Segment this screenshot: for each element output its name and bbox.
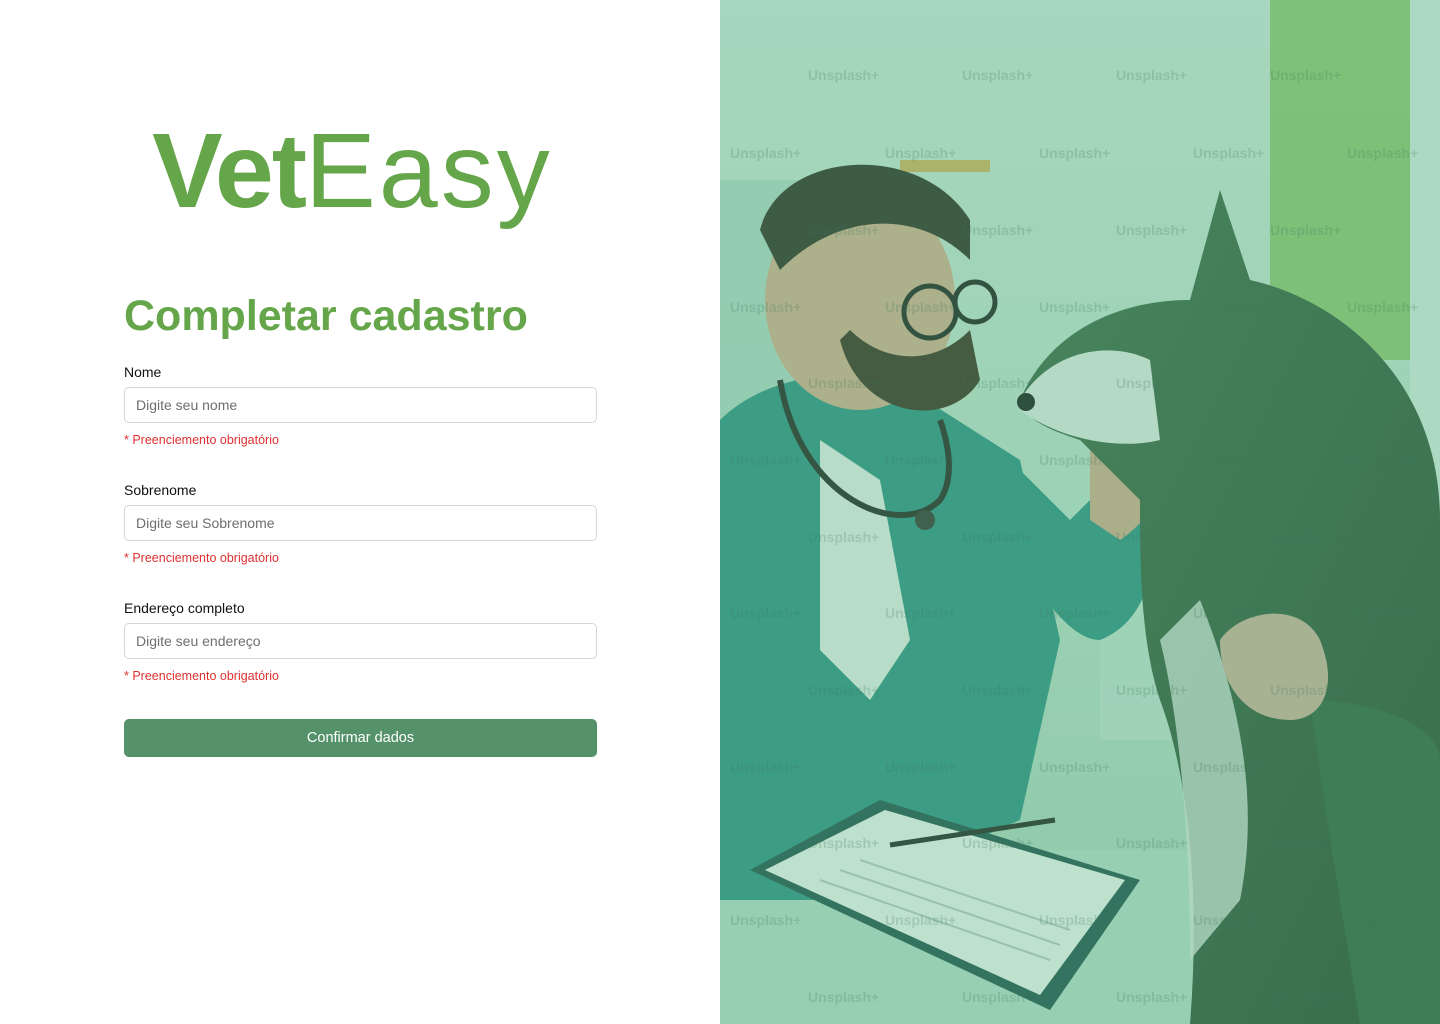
svg-text:Unsplash+: Unsplash+ <box>808 375 879 391</box>
svg-text:Unsplash+: Unsplash+ <box>1116 682 1187 698</box>
svg-text:Unsplash+: Unsplash+ <box>1270 67 1341 83</box>
svg-text:Unsplash+: Unsplash+ <box>962 375 1033 391</box>
surname-label: Sobrenome <box>124 482 197 498</box>
hero-image-panel: Unsplash+ Unsplash+ Unsplash+ Unsplash+ Uns… <box>720 0 1440 1024</box>
svg-text:Unsplash+: Unsplash+ <box>1039 299 1110 315</box>
svg-text:Unsplash+: Unsplash+ <box>1039 759 1110 775</box>
svg-text:Unsplash+: Unsplash+ <box>1270 835 1341 851</box>
svg-text:Unsplash+: Unsplash+ <box>1347 605 1418 621</box>
svg-text:Unsplash+: Unsplash+ <box>1039 145 1110 161</box>
svg-text:Unsplash+: Unsplash+ <box>885 452 956 468</box>
name-input[interactable] <box>124 387 597 423</box>
svg-text:Unsplash+: Unsplash+ <box>1116 835 1187 851</box>
svg-text:Unsplash+: Unsplash+ <box>1193 145 1264 161</box>
svg-text:Unsplash+: Unsplash+ <box>1039 605 1110 621</box>
svg-text:Unsplash+: Unsplash+ <box>808 835 879 851</box>
svg-text:Unsplash+: Unsplash+ <box>1193 452 1264 468</box>
surname-input[interactable] <box>124 505 597 541</box>
svg-text:Unsplash+: Unsplash+ <box>885 145 956 161</box>
confirm-button[interactable]: Confirmar dados <box>124 719 597 757</box>
svg-text:Unsplash+: Unsplash+ <box>730 605 801 621</box>
svg-text:Unsplash+: Unsplash+ <box>1116 222 1187 238</box>
svg-text:Unsplash+: Unsplash+ <box>1347 912 1418 928</box>
svg-text:Unsplash+: Unsplash+ <box>962 989 1033 1005</box>
svg-text:Unsplash+: Unsplash+ <box>1347 452 1418 468</box>
svg-text:Unsplash+: Unsplash+ <box>1270 529 1341 545</box>
svg-text:Unsplash+: Unsplash+ <box>1116 67 1187 83</box>
svg-text:Unsplash+: Unsplash+ <box>962 67 1033 83</box>
svg-text:Unsplash+: Unsplash+ <box>1193 759 1264 775</box>
svg-text:Unsplash+: Unsplash+ <box>885 605 956 621</box>
svg-text:Unsplash+: Unsplash+ <box>1193 299 1264 315</box>
address-input[interactable] <box>124 623 597 659</box>
svg-text:Unsplash+: Unsplash+ <box>962 835 1033 851</box>
vet-with-dog-photo: Unsplash+ Unsplash+ Unsplash+ Unsplash+ Uns… <box>720 0 1440 1024</box>
svg-text:Unsplash+: Unsplash+ <box>730 912 801 928</box>
vet-easy-logo: VetEasy <box>152 118 553 224</box>
svg-text:Unsplash+: Unsplash+ <box>1039 912 1110 928</box>
svg-text:Unsplash+: Unsplash+ <box>1193 605 1264 621</box>
form-panel: VetEasy Completar cadastro Nome * Preenc… <box>0 0 720 1024</box>
page-title: Completar cadastro <box>124 292 528 340</box>
svg-text:Unsplash+: Unsplash+ <box>1039 452 1110 468</box>
svg-text:Unsplash+: Unsplash+ <box>730 145 801 161</box>
svg-text:Unsplash+: Unsplash+ <box>730 452 801 468</box>
svg-text:Unsplash+: Unsplash+ <box>808 682 879 698</box>
svg-text:Unsplash+: Unsplash+ <box>1270 222 1341 238</box>
surname-error: * Preenciemento obrigatório <box>124 551 279 565</box>
svg-text:Unsplash+: Unsplash+ <box>1347 299 1418 315</box>
name-label: Nome <box>124 364 162 380</box>
svg-text:Unsplash+: Unsplash+ <box>1116 375 1187 391</box>
svg-text:Unsplash+: Unsplash+ <box>1270 989 1341 1005</box>
svg-text:Unsplash+: Unsplash+ <box>730 759 801 775</box>
svg-text:Unsplash+: Unsplash+ <box>808 529 879 545</box>
svg-text:Unsplash+: Unsplash+ <box>808 989 879 1005</box>
svg-text:Unsplash+: Unsplash+ <box>1193 912 1264 928</box>
svg-text:Unsplash+: Unsplash+ <box>962 682 1033 698</box>
svg-text:Unsplash+: Unsplash+ <box>808 67 879 83</box>
svg-text:Unsplash+: Unsplash+ <box>1270 682 1341 698</box>
svg-text:Unsplash+: Unsplash+ <box>1116 989 1187 1005</box>
svg-text:Unsplash+: Unsplash+ <box>962 222 1033 238</box>
address-label: Endereço completo <box>124 600 245 616</box>
svg-text:Unsplash+: Unsplash+ <box>885 299 956 315</box>
svg-text:Unsplash+: Unsplash+ <box>730 299 801 315</box>
svg-text:Unsplash+: Unsplash+ <box>808 222 879 238</box>
svg-text:Unsplash+: Unsplash+ <box>1347 759 1418 775</box>
svg-text:Unsplash+: Unsplash+ <box>1270 375 1341 391</box>
logo-easy: Easy <box>305 112 553 230</box>
name-error: * Preenciemento obrigatório <box>124 433 279 447</box>
svg-text:Unsplash+: Unsplash+ <box>885 912 956 928</box>
address-error: * Preenciemento obrigatório <box>124 669 279 683</box>
svg-text:Unsplash+: Unsplash+ <box>962 529 1033 545</box>
svg-text:Unsplash+: Unsplash+ <box>1116 529 1187 545</box>
svg-text:Unsplash+: Unsplash+ <box>1347 145 1418 161</box>
svg-text:Unsplash+: Unsplash+ <box>885 759 956 775</box>
logo-vet: Vet <box>152 112 307 230</box>
